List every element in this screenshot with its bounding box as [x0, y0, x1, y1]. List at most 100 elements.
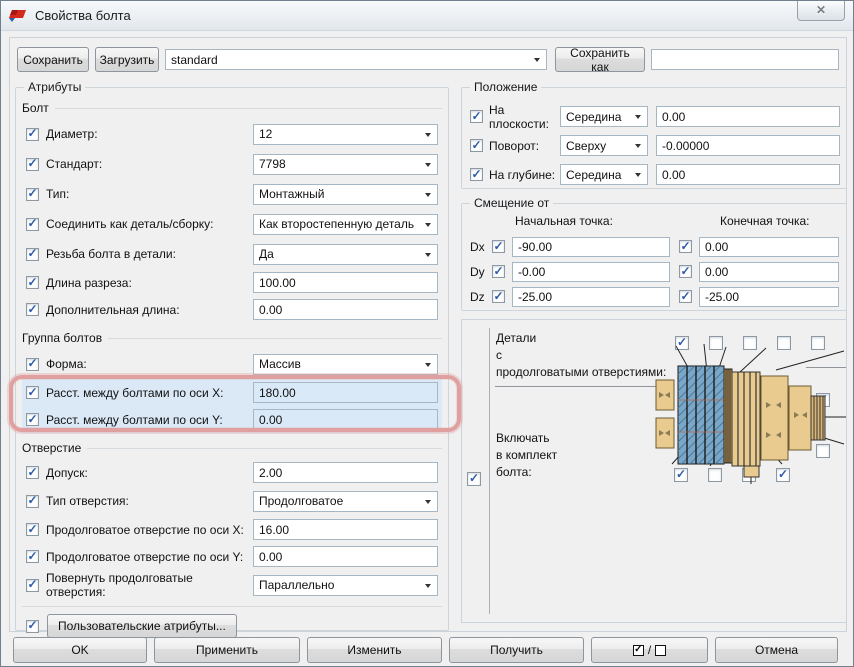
diameter-value: 12	[259, 127, 272, 141]
bolt-dist-y-label: Расст. между болтами по оси Y:	[46, 413, 253, 427]
get-button[interactable]: Получить	[449, 637, 584, 663]
shape-select[interactable]: Массив	[253, 354, 438, 375]
modify-label: Изменить	[347, 643, 401, 657]
on-plane-select[interactable]: Середина	[560, 106, 648, 127]
dy-start-checkbox[interactable]	[492, 265, 505, 278]
attr-row-hole-type: Тип отверстия: Продолговатое	[22, 486, 442, 516]
attr-row-bolt-dist-y: Расст. между болтами по оси Y:	[22, 406, 442, 433]
connect-as-checkbox[interactable]	[26, 218, 39, 231]
ok-button[interactable]: OK	[13, 637, 147, 663]
diameter-select[interactable]: 12	[253, 124, 438, 145]
extra-length-input[interactable]	[253, 299, 438, 320]
bolt-type-checkbox[interactable]	[26, 188, 39, 201]
on-plane-input[interactable]	[656, 106, 840, 127]
parts-master-checkbox[interactable]	[467, 472, 481, 486]
rotation-input[interactable]	[656, 135, 840, 156]
dz-end-checkbox[interactable]	[679, 290, 692, 303]
slot-y-checkbox[interactable]	[26, 550, 39, 563]
dx-end-input[interactable]	[699, 237, 839, 257]
standard-label: Стандарт:	[46, 157, 253, 171]
profile-select[interactable]: standard	[165, 49, 547, 70]
dz-end-input[interactable]	[699, 287, 839, 307]
bolt-type-select[interactable]: Монтажный	[253, 184, 438, 205]
tolerance-input[interactable]	[253, 462, 438, 483]
bolt-dist-x-input[interactable]	[253, 382, 438, 403]
bolt-dist-y-input[interactable]	[253, 409, 438, 430]
dx-start-input[interactable]	[512, 237, 670, 257]
thread-select[interactable]: Да	[253, 244, 438, 265]
thread-checkbox[interactable]	[26, 248, 39, 261]
tolerance-checkbox[interactable]	[26, 466, 39, 479]
dz-start-checkbox[interactable]	[492, 290, 505, 303]
section-divider	[22, 606, 442, 607]
shape-checkbox[interactable]	[26, 358, 39, 371]
attributes-body: Болт Диаметр: 12 Стандарт: 7798 Тип: Мон…	[16, 88, 448, 630]
standard-checkbox[interactable]	[26, 158, 39, 171]
connect-as-select[interactable]: Как второстепенную деталь	[253, 214, 438, 235]
hole-type-checkbox[interactable]	[26, 495, 39, 508]
save-as-button[interactable]: Сохранить как	[555, 47, 645, 72]
profile-value: standard	[171, 53, 218, 67]
slotted-parts-label-line2: с	[496, 347, 666, 364]
rotation-label: Поворот:	[489, 139, 560, 153]
save-as-input[interactable]	[651, 49, 839, 70]
cancel-button[interactable]: Отмена	[715, 637, 838, 663]
attr-row-rotate-slots: Повернуть продолговатые отверстия: Парал…	[22, 570, 442, 600]
attr-row-tolerance: Допуск:	[22, 459, 442, 486]
chevron-down-icon	[425, 253, 431, 257]
toggle-all-button[interactable]: /	[591, 637, 708, 663]
label-underline	[495, 386, 671, 387]
extra-length-checkbox[interactable]	[26, 303, 39, 316]
rotate-slots-value: Параллельно	[259, 578, 334, 592]
bolt-section-header: Болт	[22, 100, 442, 116]
user-attributes-label: Пользовательские атрибуты...	[58, 619, 226, 633]
apply-button[interactable]: Применить	[154, 637, 300, 663]
user-attributes-button[interactable]: Пользовательские атрибуты...	[47, 614, 237, 638]
attr-row-connect-as: Соединить как деталь/сборку: Как второст…	[22, 209, 442, 239]
dx-start-checkbox[interactable]	[492, 240, 505, 253]
dy-start-input[interactable]	[512, 262, 670, 282]
rotate-slots-checkbox[interactable]	[26, 579, 39, 592]
bolt-dist-y-checkbox[interactable]	[26, 413, 39, 426]
load-button[interactable]: Загрузить	[95, 47, 159, 72]
slot-x-checkbox[interactable]	[26, 523, 39, 536]
save-button[interactable]: Сохранить	[17, 47, 89, 72]
modify-button[interactable]: Изменить	[307, 637, 442, 663]
title-bar[interactable]: Свойства болта ✕	[1, 1, 853, 31]
diameter-checkbox[interactable]	[26, 128, 39, 141]
offset-row-dz: Dz	[470, 284, 840, 309]
hole-type-select[interactable]: Продолговатое	[253, 491, 438, 512]
at-depth-input[interactable]	[656, 164, 840, 185]
at-depth-select[interactable]: Середина	[560, 164, 648, 185]
cut-length-input[interactable]	[253, 272, 438, 293]
chevron-down-icon	[635, 144, 641, 148]
on-plane-checkbox[interactable]	[470, 110, 483, 123]
bolt-properties-dialog: Свойства болта ✕ Сохранить Загрузить sta…	[0, 0, 854, 667]
dy-end-checkbox[interactable]	[679, 265, 692, 278]
rotate-slots-select[interactable]: Параллельно	[253, 575, 438, 596]
chevron-down-icon	[635, 115, 641, 119]
user-attributes-checkbox[interactable]	[26, 620, 39, 633]
chevron-down-icon	[425, 163, 431, 167]
cut-length-checkbox[interactable]	[26, 276, 39, 289]
save-as-label: Сохранить как	[566, 46, 634, 74]
slot-x-input[interactable]	[253, 519, 438, 540]
slot-x-label: Продолговатое отверстие по оси X:	[46, 523, 253, 537]
apply-label: Применить	[196, 643, 258, 657]
offset-headers: Начальная точка: Конечная точка:	[470, 214, 840, 232]
standard-select[interactable]: 7798	[253, 154, 438, 175]
save-label: Сохранить	[23, 53, 83, 67]
close-button[interactable]: ✕	[797, 0, 845, 21]
bolt-dist-x-checkbox[interactable]	[26, 386, 39, 399]
dx-end-checkbox[interactable]	[679, 240, 692, 253]
attr-row-slot-x: Продолговатое отверстие по оси X:	[22, 516, 442, 543]
rotation-checkbox[interactable]	[470, 139, 483, 152]
attributes-group: Атрибуты Болт Диаметр: 12 Стандарт: 7798…	[15, 87, 449, 631]
dz-start-input[interactable]	[512, 287, 670, 307]
dy-end-input[interactable]	[699, 262, 839, 282]
rotation-select[interactable]: Сверху	[560, 135, 648, 156]
slot-y-input[interactable]	[253, 546, 438, 567]
at-depth-combo-value: Середина	[566, 168, 621, 182]
position-row-rotation: Поворот: Сверху	[468, 131, 840, 160]
at-depth-checkbox[interactable]	[470, 168, 483, 181]
